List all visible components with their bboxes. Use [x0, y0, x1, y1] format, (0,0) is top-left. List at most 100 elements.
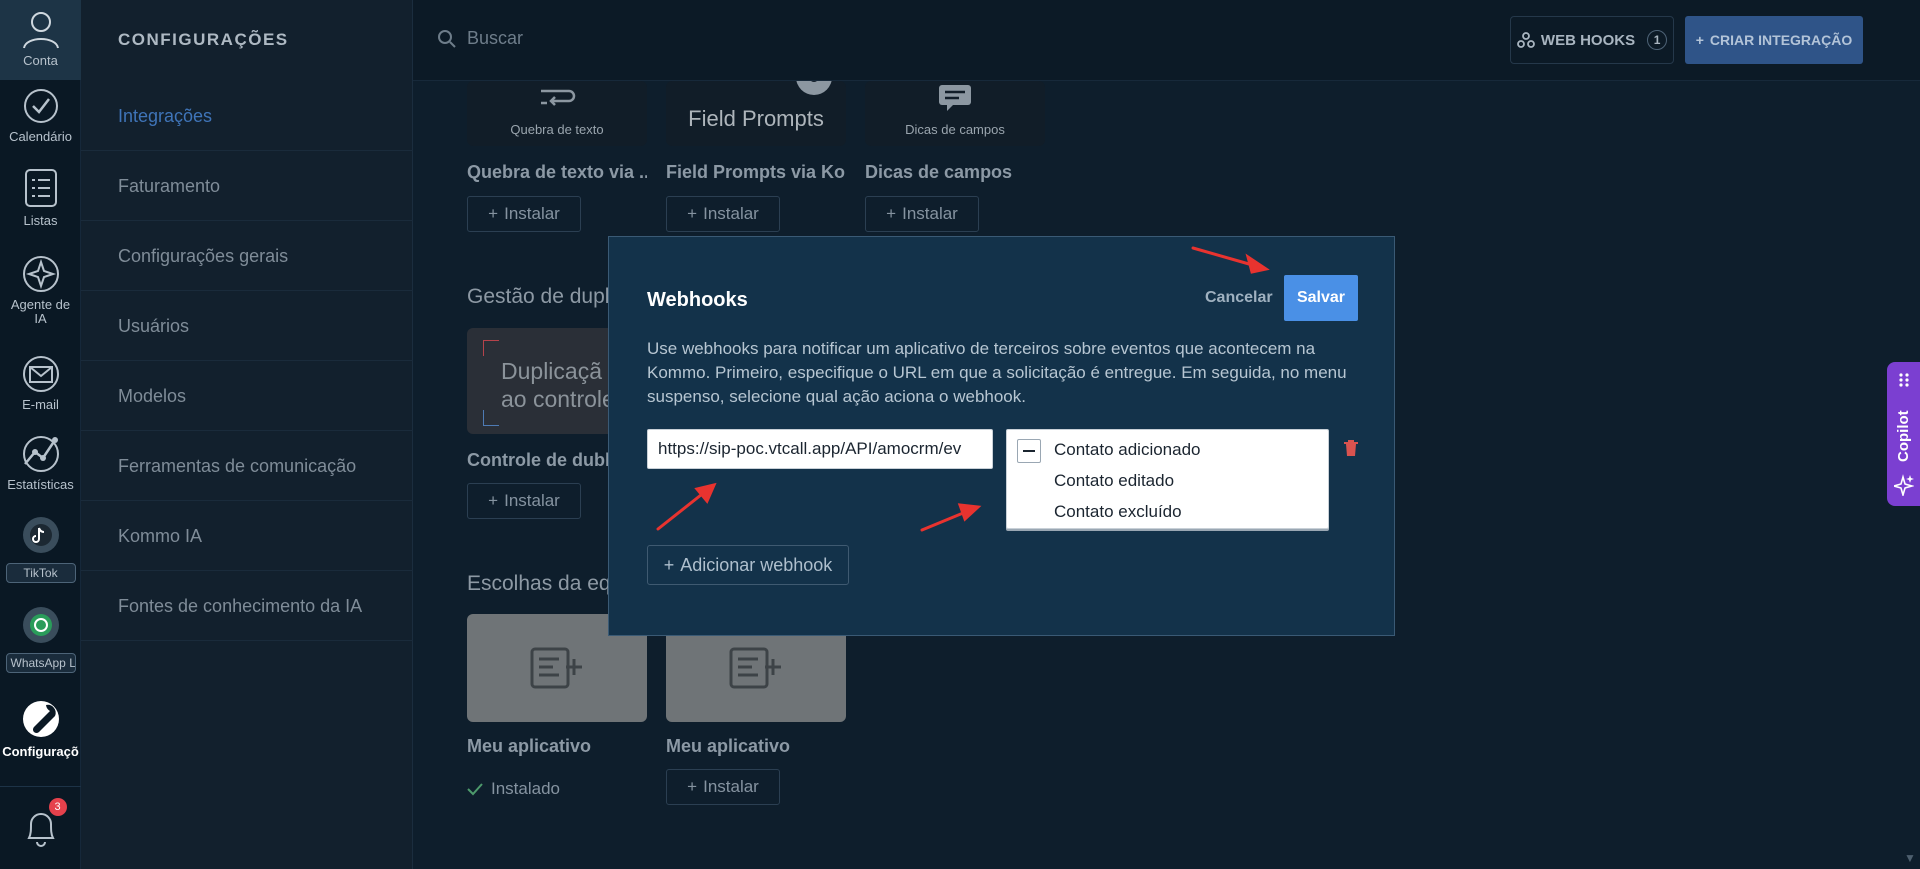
webhook-icon	[1517, 32, 1535, 48]
install-field-prompts-label: Instalar	[703, 204, 759, 223]
rail-ai-agent[interactable]: Agente de IA	[0, 254, 81, 326]
sidebar-item-general-settings[interactable]: Configurações gerais	[81, 221, 413, 291]
sidebar-item-integrations[interactable]: Integrações	[81, 81, 413, 151]
user-icon	[22, 12, 59, 49]
card-my-app-1-name: Meu aplicativo	[467, 736, 592, 756]
sidebar-item-kommo-ai[interactable]: Kommo IA	[81, 501, 413, 571]
card-field-tips[interactable]: Dicas de campos	[865, 81, 1045, 146]
rail-ai-agent-label: Agente de IA	[10, 297, 71, 326]
add-webhook-label: Adicionar webhook	[680, 554, 833, 575]
dup-card-line2: ao controle	[501, 386, 615, 412]
install-duplicate-control-button[interactable]: + Instalar	[467, 483, 581, 519]
plus-icon: +	[663, 554, 675, 575]
install-my-app-2-button[interactable]: + Instalar	[666, 769, 780, 805]
search-box[interactable]: Buscar	[437, 28, 523, 49]
search-icon	[438, 29, 456, 48]
calendar-check-icon	[23, 89, 58, 123]
tiktok-icon	[22, 517, 59, 553]
plus-icon: +	[886, 204, 897, 223]
sidebar-item-billing[interactable]: Faturamento	[81, 151, 413, 221]
rail-settings[interactable]: Configuraçõ	[0, 697, 81, 759]
rail-stats-label: Estatísticas	[7, 477, 74, 492]
rail-tiktok-label: TikTok	[5, 563, 76, 583]
install-my-app-2-label: Instalar	[703, 777, 759, 796]
modal-title: Webhooks	[647, 289, 748, 311]
event-option-contact-added[interactable]: Contato adicionado	[1054, 440, 1201, 460]
rail-lists[interactable]: Listas	[0, 166, 81, 228]
installed-label: Instalado	[491, 779, 560, 798]
create-integration-label: CRIAR INTEGRAÇÃO	[1709, 32, 1853, 48]
rail-notifications[interactable]: 3	[0, 798, 81, 854]
plus-icon: +	[488, 491, 499, 510]
plus-icon: +	[687, 204, 698, 223]
circle-badge-icon	[796, 81, 832, 95]
rail-tiktok[interactable]: TikTok	[0, 515, 81, 583]
drag-handle-icon	[1899, 373, 1909, 387]
add-webhook-button[interactable]: + Adicionar webhook	[647, 545, 849, 585]
card-field-tips-image-text: Dicas de campos	[905, 122, 1005, 137]
install-field-prompts-button[interactable]: + Instalar	[666, 196, 780, 232]
create-integration-button[interactable]: + CRIAR INTEGRAÇÃO	[1685, 16, 1863, 64]
whatsapp-icon	[22, 607, 59, 643]
install-field-tips-label: Instalar	[902, 204, 958, 223]
card-text-wrap[interactable]: Quebra de texto	[467, 81, 647, 146]
sidebar-title: CONFIGURAÇÕES	[118, 30, 289, 49]
rail-account-label: Conta	[23, 53, 58, 68]
install-duplicate-control-label: Instalar	[504, 491, 560, 510]
wrench-icon	[22, 701, 59, 737]
cancel-button[interactable]: Cancelar	[1205, 289, 1273, 307]
sidebar-item-users[interactable]: Usuários	[81, 291, 413, 361]
webhooks-modal: Webhooks Cancelar Salvar Use webhooks pa…	[608, 236, 1395, 636]
section-duplicates-title: Gestão de dupl	[467, 285, 610, 308]
notifications-badge: 3	[48, 798, 67, 816]
rail-settings-label: Configuraçõ	[2, 744, 79, 759]
install-field-tips-button[interactable]: + Instalar	[865, 196, 979, 232]
event-option-contact-edited[interactable]: Contato editado	[1054, 471, 1174, 491]
rail-lists-label: Listas	[23, 213, 58, 228]
webhook-url-input[interactable]	[647, 429, 993, 469]
document-add-icon	[530, 647, 582, 689]
document-add-icon	[729, 647, 781, 689]
card-field-prompts-name: Field Prompts via Ko...	[666, 162, 846, 182]
scroll-down-arrow-icon[interactable]: ▼	[1904, 851, 1916, 865]
card-text-wrap-name: Quebra de texto via ...	[467, 162, 647, 182]
card-text-wrap-image-text: Quebra de texto	[510, 122, 604, 137]
copilot-label: Copilot	[1895, 410, 1912, 462]
sidebar-item-ai-knowledge[interactable]: Fontes de conhecimento da IA	[81, 571, 413, 641]
settings-sidebar: CONFIGURAÇÕES Integrações Faturamento Co…	[81, 0, 413, 869]
rail-whatsapp[interactable]: WhatsApp L	[0, 605, 81, 673]
rail-email[interactable]: E-mail	[0, 354, 81, 412]
card-field-tips-name: Dicas de campos	[865, 162, 1013, 182]
webhooks-count: 1	[1647, 30, 1668, 50]
webhook-events-select[interactable]: Contato adicionado Contato editado Conta…	[1006, 429, 1329, 529]
card-my-app-2-name: Meu aplicativo	[666, 736, 791, 756]
save-button[interactable]: Salvar	[1284, 275, 1358, 321]
card-field-prompts[interactable]: Field Prompts	[666, 81, 846, 146]
event-option-contact-deleted[interactable]: Contato excluído	[1054, 502, 1182, 522]
install-text-wrap-button[interactable]: + Instalar	[467, 196, 581, 232]
rail-email-label: E-mail	[22, 397, 59, 412]
sidebar-item-communication-tools[interactable]: Ferramentas de comunicação	[81, 431, 413, 501]
collapse-toggle[interactable]	[1017, 439, 1041, 463]
top-bar: Buscar WEB HOOKS 1 + CRIAR INTEGRAÇÃO	[413, 0, 1920, 81]
plus-icon: +	[488, 204, 499, 223]
rail-separator	[0, 786, 81, 787]
notifications-wrapper: 3	[21, 798, 67, 854]
rail-stats[interactable]: Estatísticas	[0, 434, 81, 492]
section-team-title: Escolhas da equ	[467, 572, 623, 595]
mail-icon	[22, 356, 59, 392]
copilot-tab[interactable]: Copilot	[1887, 362, 1920, 506]
sparkle-icon	[1894, 474, 1914, 496]
sparkle-icon	[22, 256, 59, 292]
rail-whatsapp-label: WhatsApp L	[5, 653, 76, 673]
rail-calendar[interactable]: Calendário	[0, 86, 81, 144]
my-app-1-installed-status: Instalado	[467, 779, 560, 799]
wrap-text-icon	[541, 89, 576, 106]
sidebar-item-templates[interactable]: Modelos	[81, 361, 413, 431]
modal-description: Use webhooks para notificar um aplicativ…	[647, 339, 1347, 406]
trash-icon[interactable]	[1343, 439, 1359, 457]
card-duplicate-control-name: Controle de dubla	[467, 450, 620, 470]
webhooks-button[interactable]: WEB HOOKS 1	[1510, 16, 1674, 64]
plus-icon: +	[1695, 32, 1704, 48]
rail-account[interactable]: Conta	[0, 0, 81, 80]
